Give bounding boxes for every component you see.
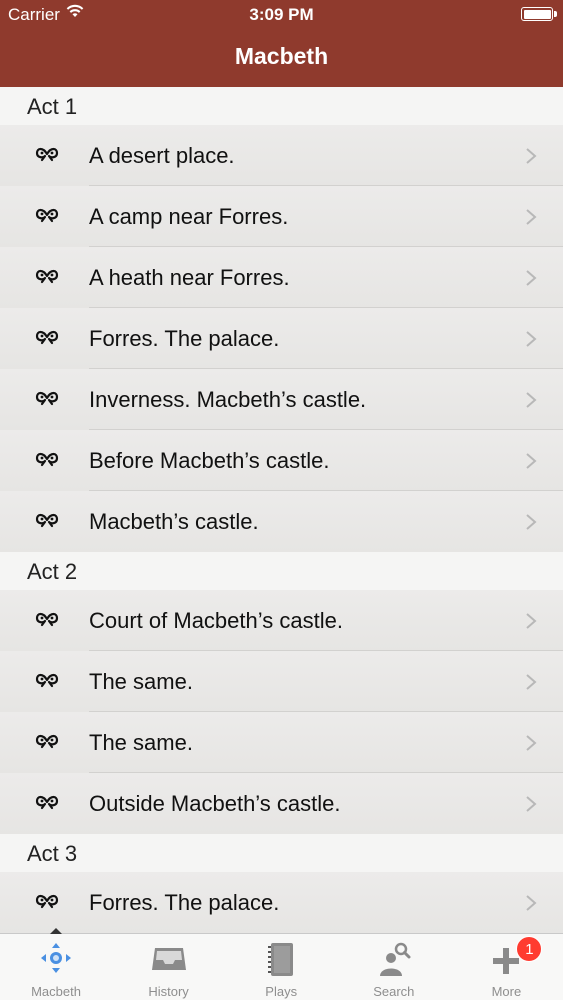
act-section-header: Act 2 [0, 552, 563, 590]
scene-icon [35, 894, 59, 909]
scene-label: A camp near Forres. [89, 204, 289, 229]
tab-label: Macbeth [31, 984, 81, 999]
active-tab-indicator [50, 928, 62, 934]
notification-badge: 1 [516, 936, 543, 962]
chevron-right-icon [526, 514, 537, 530]
act-section-header: Act 3 [0, 834, 563, 872]
tab-search[interactable]: Search [338, 934, 450, 1000]
chevron-right-icon [526, 735, 537, 751]
tab-label: History [148, 984, 189, 999]
scene-icon [35, 513, 59, 528]
scene-row[interactable]: The same. [0, 712, 563, 773]
chevron-right-icon [526, 674, 537, 690]
chevron-right-icon [526, 209, 537, 225]
scene-row[interactable]: A desert place. [0, 125, 563, 186]
scene-label: Before Macbeth’s castle. [89, 448, 330, 473]
scene-icon [35, 208, 59, 223]
tab-more[interactable]: More 1 [450, 934, 562, 1000]
tab-bar: Macbeth History Plays Search More 1 [0, 928, 563, 1000]
scene-icon [35, 673, 59, 688]
scene-icon [35, 330, 59, 345]
scene-label: Forres. The palace. [89, 890, 280, 915]
scene-row[interactable]: A heath near Forres. [0, 247, 563, 308]
scene-list[interactable]: Act 1 A desert place. A camp near Forres. A… [0, 87, 563, 933]
scene-label: Inverness. Macbeth’s castle. [89, 387, 367, 412]
chevron-right-icon [526, 148, 537, 164]
scene-label: The same. [89, 669, 193, 694]
tab-history[interactable]: History [113, 934, 225, 1000]
scene-row[interactable]: Outside Macbeth’s castle. [0, 773, 563, 834]
chevron-right-icon [526, 453, 537, 469]
scene-icon [35, 269, 59, 284]
scene-row[interactable]: Forres. The palace. [0, 872, 563, 933]
scene-icon [35, 391, 59, 406]
tab-plays[interactable]: Plays [225, 934, 337, 1000]
play-nav-icon [41, 943, 71, 973]
tab-label: More [491, 984, 522, 999]
scene-icon [35, 612, 59, 627]
scene-icon [35, 734, 59, 749]
chevron-right-icon [526, 613, 537, 629]
battery-icon [521, 7, 557, 21]
scene-row[interactable]: A camp near Forres. [0, 186, 563, 247]
scene-row[interactable]: Before Macbeth’s castle. [0, 430, 563, 491]
tab-label: Plays [265, 984, 298, 999]
search-person-icon [379, 942, 411, 976]
scene-label: A heath near Forres. [89, 265, 290, 290]
inbox-tray-icon [151, 948, 186, 970]
chevron-right-icon [526, 796, 537, 812]
scene-row[interactable]: Macbeth’s castle. [0, 491, 563, 552]
chevron-right-icon [526, 331, 537, 347]
scene-label: Macbeth’s castle. [89, 509, 259, 534]
act-section-header: Act 1 [0, 87, 563, 125]
chevron-right-icon [526, 392, 537, 408]
scene-icon [35, 147, 59, 162]
tab-label: Search [373, 984, 415, 999]
scene-label: Outside Macbeth’s castle. [89, 791, 341, 816]
scene-row[interactable]: Inverness. Macbeth’s castle. [0, 369, 563, 430]
notebook-icon [268, 943, 294, 976]
page-title: Macbeth [234, 43, 329, 69]
scene-label: The same. [89, 730, 193, 755]
app-header: Carrier 3:09 PM Macbeth [0, 0, 563, 87]
scene-label: Forres. The palace. [89, 326, 280, 351]
chevron-right-icon [526, 270, 537, 286]
status-time: 3:09 PM [249, 5, 314, 24]
scene-icon [35, 452, 59, 467]
scene-row[interactable]: Forres. The palace. [0, 308, 563, 369]
scene-label: Court of Macbeth’s castle. [89, 608, 343, 633]
scene-row[interactable]: The same. [0, 651, 563, 712]
status-bar: Carrier 3:09 PM [0, 0, 563, 30]
scene-icon [35, 795, 59, 810]
scene-label: A desert place. [89, 143, 235, 168]
chevron-right-icon [526, 895, 537, 911]
tab-macbeth[interactable]: Macbeth [0, 928, 112, 1000]
scene-row[interactable]: Court of Macbeth’s castle. [0, 590, 563, 651]
